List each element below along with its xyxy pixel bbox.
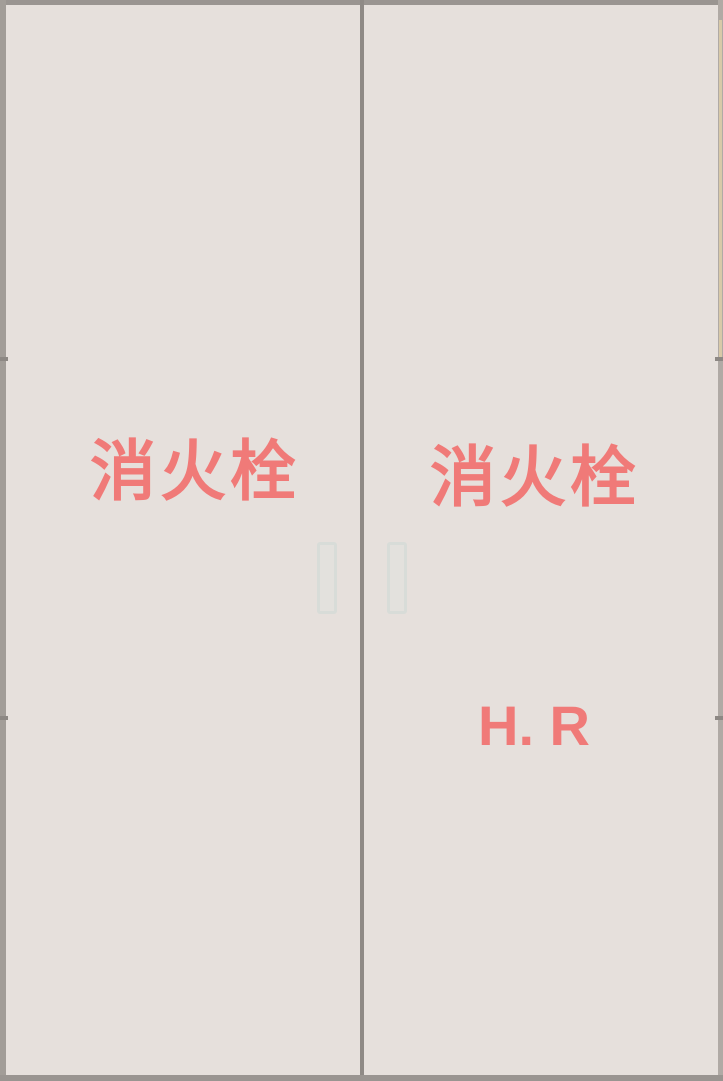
right-door-sign: 消火栓 [430, 439, 640, 516]
left-door-sign: 消火栓 [90, 433, 300, 510]
left-hinge-lower [0, 716, 8, 720]
left-door-handle[interactable] [317, 542, 337, 614]
right-door[interactable] [364, 5, 718, 1075]
right-door-code: H. R [478, 694, 590, 757]
fire-hydrant-cabinet: 消火栓 消火栓 H. R [0, 0, 723, 1081]
right-hinge-lower [715, 716, 723, 720]
right-door-handle[interactable] [387, 542, 407, 614]
left-hinge-upper [0, 357, 8, 361]
cabinet-frame-bottom [0, 1075, 723, 1081]
frame-edge-highlight [719, 20, 722, 360]
right-hinge-upper [715, 357, 723, 361]
door-seam [360, 0, 364, 1081]
left-door[interactable] [6, 5, 361, 1075]
